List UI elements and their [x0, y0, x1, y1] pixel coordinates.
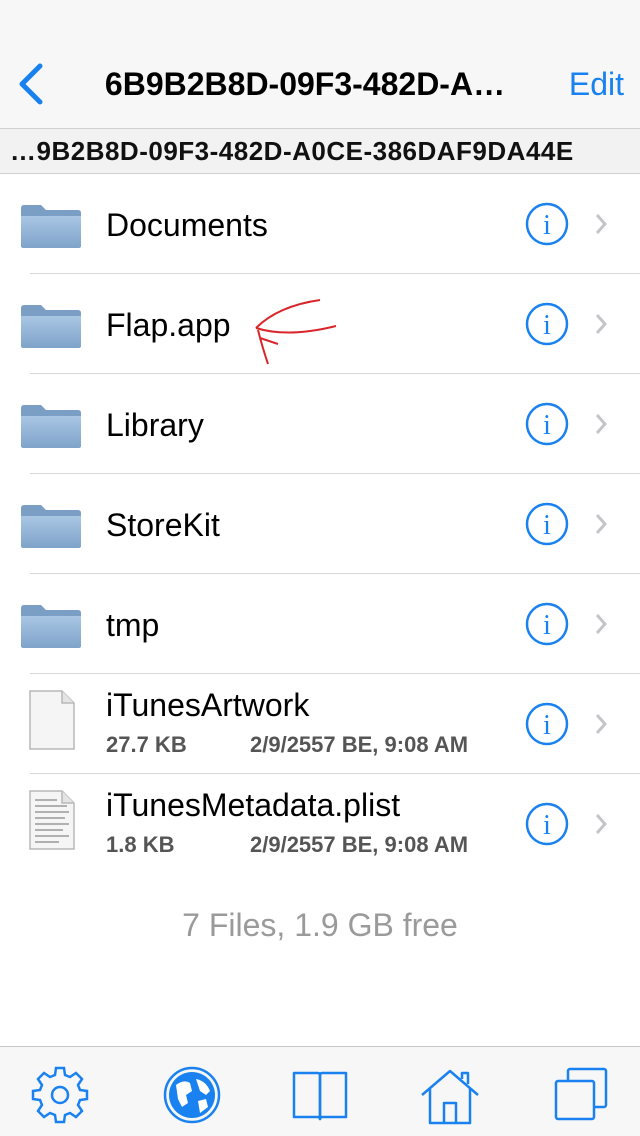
item-name: Flap.app: [106, 307, 231, 343]
folder-icon: [21, 205, 81, 248]
book-icon[interactable]: [290, 1065, 350, 1125]
svg-text:i: i: [543, 710, 551, 741]
chevron-right-icon: [595, 614, 608, 634]
path-label: …9B2B8D-09F3-482D-A0CE-386DAF9DA44E: [10, 136, 574, 166]
info-icon[interactable]: i: [525, 202, 569, 246]
item-name: StoreKit: [106, 507, 220, 543]
info-icon[interactable]: i: [525, 302, 569, 346]
folder-icon: [21, 505, 81, 548]
path-bar: …9B2B8D-09F3-482D-A0CE-386DAF9DA44E: [0, 128, 640, 174]
navigation-bar: 6B9B2B8D-09F3-482D-A… Edit: [0, 40, 640, 128]
chevron-right-icon: [595, 214, 608, 234]
chevron-right-icon: [595, 814, 608, 834]
file-size: 27.7 KB: [106, 732, 187, 757]
home-icon[interactable]: [420, 1065, 480, 1125]
svg-text:i: i: [543, 810, 551, 841]
item-name: Library: [106, 407, 204, 443]
svg-text:i: i: [543, 310, 551, 341]
file-date: 2/9/2557 BE, 9:08 AM: [250, 732, 469, 757]
list-item[interactable]: StoreKit i: [0, 474, 640, 574]
list-item[interactable]: Documents i: [0, 174, 640, 274]
info-icon[interactable]: i: [525, 702, 569, 746]
info-icon[interactable]: i: [525, 802, 569, 846]
svg-text:i: i: [543, 410, 551, 441]
info-icon[interactable]: i: [525, 402, 569, 446]
item-name: iTunesMetadata.plist: [106, 787, 401, 823]
folder-icon: [21, 405, 81, 448]
svg-text:i: i: [543, 610, 551, 641]
chevron-right-icon: [595, 414, 608, 434]
edit-button[interactable]: Edit: [569, 64, 624, 104]
file-date: 2/9/2557 BE, 9:08 AM: [250, 832, 469, 857]
status-bar: [0, 0, 640, 40]
chevron-right-icon: [595, 314, 608, 334]
item-name: Documents: [106, 207, 268, 243]
settings-gear-icon[interactable]: [30, 1065, 90, 1125]
info-icon[interactable]: i: [525, 502, 569, 546]
storage-summary: 7 Files, 1.9 GB free: [182, 907, 458, 943]
list-item[interactable]: Library i: [0, 374, 640, 474]
text-file-icon: [29, 790, 75, 850]
list-item[interactable]: tmp i: [0, 574, 640, 674]
tab-bar: [0, 1046, 640, 1136]
list-item[interactable]: iTunesMetadata.plist 1.8 KB 2/9/2557 BE,…: [0, 774, 640, 874]
blank-file-icon: [29, 690, 75, 750]
folder-icon: [21, 305, 81, 348]
chevron-right-icon: [595, 514, 608, 534]
red-annotation-arrow: [255, 299, 337, 365]
chevron-right-icon: [595, 714, 608, 734]
file-list: Documents i Flap.app i Library i StoreKi…: [0, 174, 640, 874]
file-size: 1.8 KB: [106, 832, 175, 857]
item-name: iTunesArtwork: [106, 687, 310, 723]
back-chevron-icon[interactable]: [14, 60, 54, 108]
svg-text:i: i: [543, 210, 551, 241]
folder-icon: [21, 605, 81, 648]
page-title: 6B9B2B8D-09F3-482D-A…: [104, 66, 506, 102]
svg-text:i: i: [543, 510, 551, 541]
info-icon[interactable]: i: [525, 602, 569, 646]
windows-icon[interactable]: [552, 1065, 612, 1125]
item-name: tmp: [106, 607, 160, 643]
globe-icon[interactable]: [162, 1065, 222, 1125]
list-item[interactable]: iTunesArtwork 27.7 KB 2/9/2557 BE, 9:08 …: [0, 674, 640, 774]
list-item[interactable]: Flap.app i: [0, 274, 640, 374]
